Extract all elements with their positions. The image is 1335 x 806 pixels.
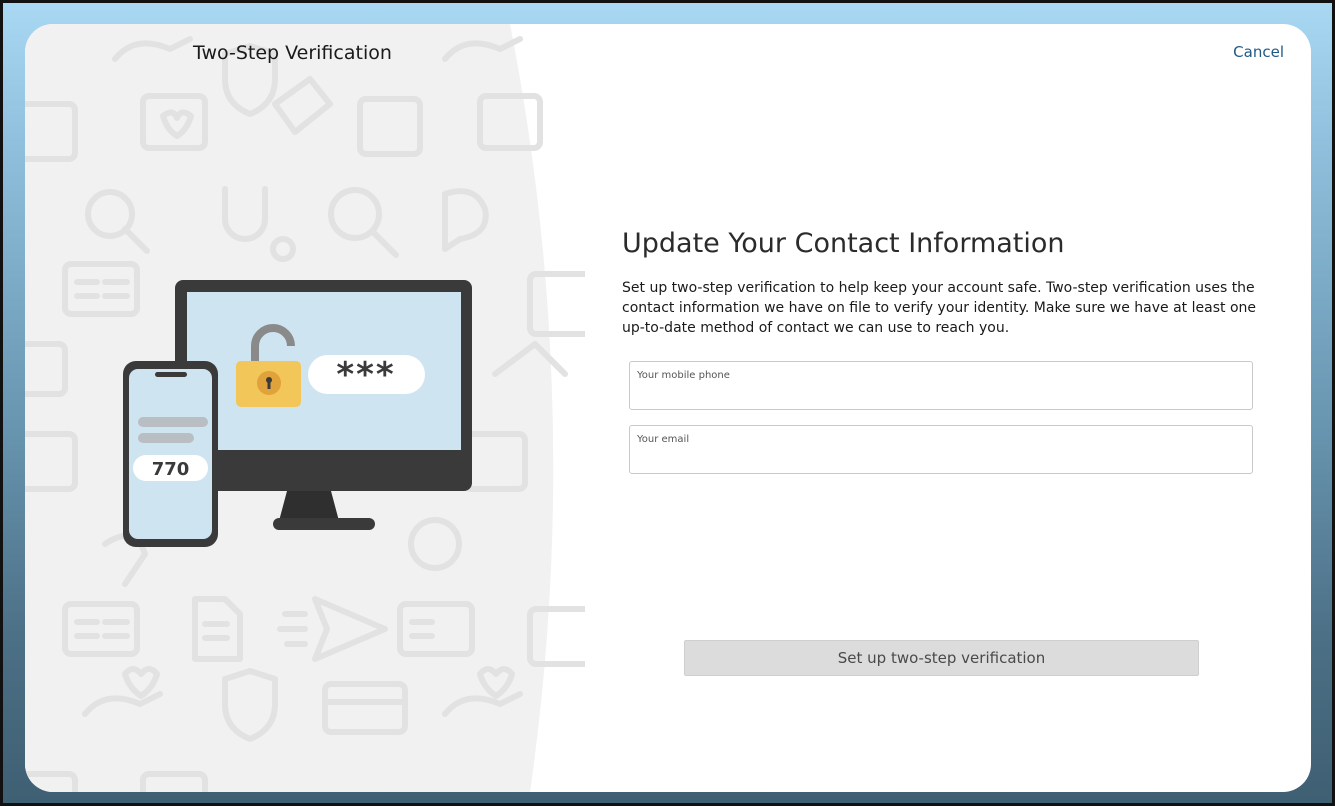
mobile-phone-input[interactable] <box>637 386 1242 406</box>
password-mask-text: *** <box>336 355 395 395</box>
phone-code-text: 770 <box>152 459 190 480</box>
monitor-icon <box>175 280 472 530</box>
mobile-phone-label: Your mobile phone <box>637 370 730 381</box>
dialog-title: Two-Step Verification <box>193 42 392 64</box>
mobile-phone-field[interactable]: Your mobile phone <box>629 361 1253 410</box>
email-label: Your email <box>637 434 690 445</box>
setup-verification-button[interactable]: Set up two-step verification <box>684 640 1199 676</box>
description-text: Set up two-step verification to help kee… <box>622 280 1256 336</box>
device-illustration: *** 770 <box>123 280 472 547</box>
cancel-link[interactable]: Cancel <box>1233 43 1284 61</box>
email-field[interactable]: Your email <box>629 425 1253 474</box>
mobile-phone-icon <box>123 361 218 547</box>
page-heading: Update Your Contact Information <box>622 228 1065 259</box>
verification-dialog: *** 770 Two-Step Verification Cancel Upd… <box>25 24 1311 792</box>
illustration-panel: *** 770 Two-Step Verification <box>25 24 585 792</box>
email-input[interactable] <box>637 450 1242 470</box>
